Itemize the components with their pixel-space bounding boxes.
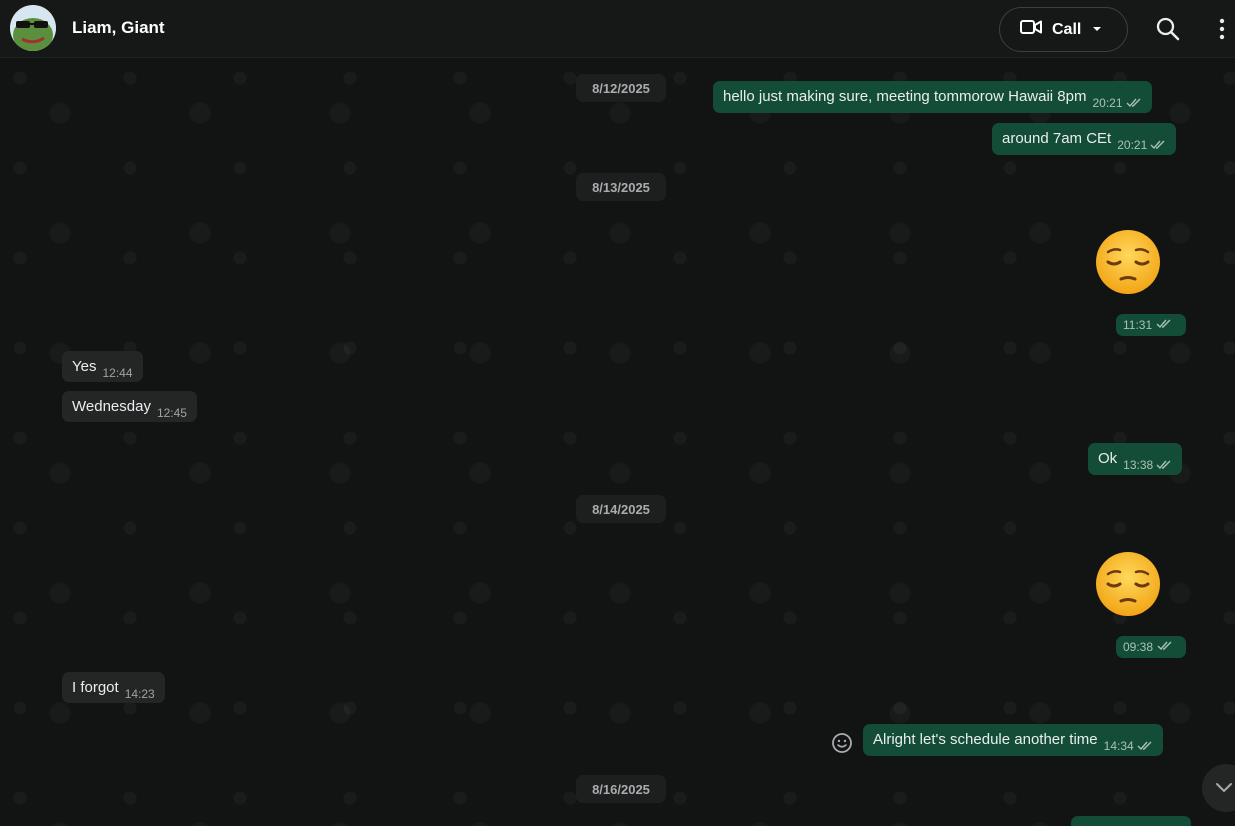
message-outgoing[interactable]: hello just making sure, meeting tommorow… — [713, 81, 1152, 113]
message-time-badge: 09:38 — [1116, 636, 1186, 658]
date-separator: 8/14/2025 — [576, 495, 666, 523]
message-incoming[interactable]: Wednesday 12:45 — [62, 391, 197, 422]
avatar[interactable] — [10, 5, 56, 51]
message-incoming[interactable]: Yes 12:44 — [62, 351, 143, 382]
message-text: Yes — [72, 358, 97, 375]
message-time: 12:45 — [156, 406, 187, 420]
message-outgoing[interactable]: around 7am CEt 20:21 — [992, 123, 1177, 155]
search-icon[interactable] — [1155, 16, 1181, 42]
message-text: I forgot — [72, 679, 119, 696]
video-icon — [1020, 19, 1042, 40]
double-check-icon — [1137, 738, 1153, 755]
message-time-badge: 11:31 — [1116, 314, 1186, 336]
message-time: 09:38 — [1123, 640, 1154, 654]
message-time: 11:31 — [1123, 318, 1153, 332]
message-outgoing[interactable]: Ok 13:38 — [1088, 443, 1183, 475]
double-check-icon — [1150, 137, 1166, 154]
date-separator: 8/12/2025 — [576, 74, 666, 102]
message-text: Ok — [1098, 450, 1118, 467]
double-check-icon — [1156, 457, 1172, 474]
message-time: 13:38 — [1123, 458, 1154, 472]
message-time: 14:23 — [124, 687, 155, 701]
pensive-face-emoji[interactable] — [1094, 228, 1162, 296]
date-separator: 8/13/2025 — [576, 173, 666, 201]
chat-header: Liam, Giant Call — [0, 0, 1235, 58]
more-vertical-icon[interactable] — [1210, 16, 1234, 42]
message-time: 14:34 — [1103, 739, 1134, 753]
message-time: 20:21 — [1092, 96, 1123, 110]
message-text: Wednesday — [72, 398, 151, 415]
smiley-icon[interactable] — [831, 732, 853, 754]
message-outgoing[interactable] — [1071, 816, 1191, 826]
double-check-icon — [1126, 95, 1142, 112]
call-label: Call — [1052, 20, 1082, 38]
message-text: Alright let's schedule another time — [873, 731, 1098, 748]
call-button[interactable]: Call — [999, 7, 1128, 52]
message-outgoing[interactable]: Alright let's schedule another time 14:34 — [863, 724, 1163, 756]
chevron-down-icon[interactable] — [1091, 22, 1103, 40]
double-check-icon — [1157, 640, 1173, 654]
message-text: around 7am CEt — [1002, 130, 1112, 147]
contact-name[interactable]: Liam, Giant — [72, 18, 165, 38]
message-list[interactable]: 8/12/2025 hello just making sure, meetin… — [0, 58, 1235, 826]
message-time: 12:44 — [102, 366, 133, 380]
message-text: hello just making sure, meeting tommorow… — [723, 88, 1087, 105]
double-check-icon — [1156, 318, 1172, 332]
scroll-down-icon[interactable] — [1202, 764, 1235, 812]
pensive-face-emoji[interactable] — [1094, 550, 1162, 618]
date-separator: 8/16/2025 — [576, 775, 666, 803]
message-time: 20:21 — [1117, 138, 1148, 152]
message-incoming[interactable]: I forgot 14:23 — [62, 672, 165, 703]
